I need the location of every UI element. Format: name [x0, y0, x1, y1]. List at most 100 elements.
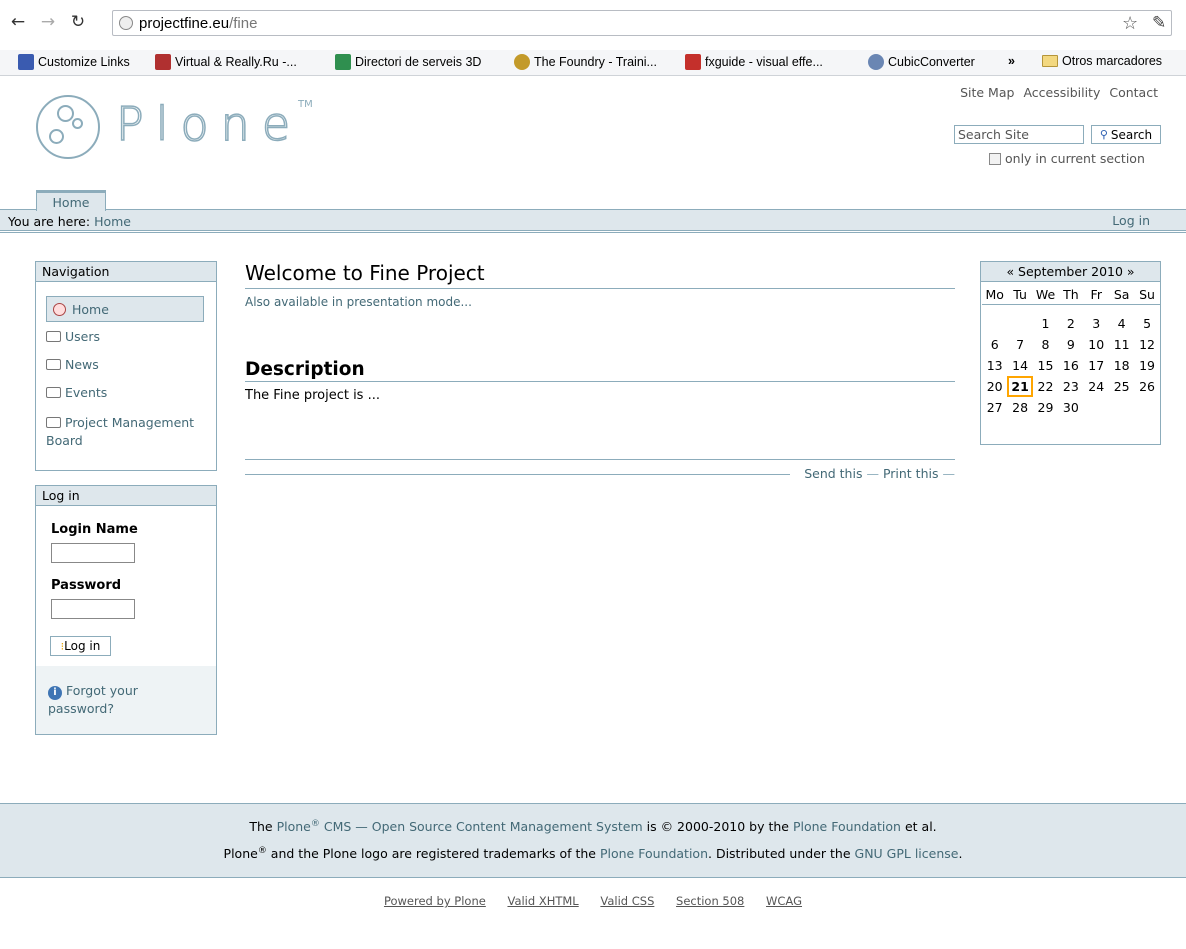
- send-this-link[interactable]: Send this: [804, 466, 862, 481]
- bookmark-icon: [685, 54, 701, 70]
- nav-buttons: ← → ↻: [8, 12, 88, 32]
- url-host: projectfine.eu: [139, 15, 230, 32]
- nav-item-home[interactable]: Home: [46, 296, 204, 322]
- login-button[interactable]: ⁝Log in: [50, 636, 111, 656]
- calendar-week: 20 21 22 23 24 25 26: [982, 376, 1160, 397]
- calendar-spacer: [982, 305, 1160, 313]
- bookmark-virtual-really[interactable]: Virtual & Really.Ru -...: [155, 54, 297, 70]
- calendar-portlet: « September 2010 » Mo Tu We Th Fr Sa Su …: [980, 261, 1161, 445]
- plone-page: Site Map Accessibility Contact Plone TM …: [0, 77, 1186, 949]
- print-this-link[interactable]: Print this: [883, 466, 939, 481]
- footer-text: .: [958, 846, 963, 862]
- weekday: Sa: [1113, 287, 1130, 302]
- search-input[interactable]: Search Site: [954, 125, 1084, 144]
- nav-item-label: News: [65, 357, 99, 372]
- back-icon[interactable]: ←: [8, 12, 28, 32]
- url-text[interactable]: projectfine.eu/fine: [139, 15, 257, 32]
- search-section-option[interactable]: only in current section: [989, 151, 1145, 166]
- bookmark-label: The Foundry - Traini...: [534, 55, 657, 69]
- plone-link[interactable]: Plone®: [277, 819, 320, 834]
- password-field[interactable]: [51, 599, 135, 619]
- presentation-mode-link[interactable]: Also available in presentation mode...: [245, 295, 955, 309]
- bookmark-directori[interactable]: Directori de serveis 3D: [335, 54, 481, 70]
- footer-text: . Distributed under the: [708, 846, 851, 862]
- bookmark-fxguide[interactable]: fxguide - visual effe...: [685, 54, 823, 70]
- breadcrumb-home[interactable]: Home: [94, 214, 131, 229]
- accessibility-link[interactable]: Accessibility: [1023, 85, 1100, 100]
- calendar-day: 10: [1088, 337, 1105, 352]
- calendar-today[interactable]: 21: [1007, 376, 1033, 397]
- other-bookmarks-folder[interactable]: Otros marcadores: [1042, 54, 1162, 68]
- calendar-day: 15: [1037, 358, 1054, 373]
- calendar-day: 13: [986, 358, 1003, 373]
- calendar-grid: Mo Tu We Th Fr Sa Su 12345 6 7 8 9 10 11 12 13…: [982, 284, 1160, 418]
- powered-by-plone-link[interactable]: Powered by Plone: [384, 894, 486, 908]
- folder-icon: [46, 387, 61, 398]
- bookmark-icon: [514, 54, 530, 70]
- login-name-field[interactable]: [51, 543, 135, 563]
- address-bar[interactable]: projectfine.eu/fine: [112, 10, 1172, 36]
- valid-css-link[interactable]: Valid CSS: [600, 894, 654, 908]
- login-link[interactable]: Log in: [1112, 213, 1150, 228]
- bookmark-the-foundry[interactable]: The Foundry - Traini...: [514, 54, 657, 70]
- forward-icon[interactable]: →: [38, 12, 58, 32]
- contact-link[interactable]: Contact: [1109, 85, 1158, 100]
- star-icon[interactable]: ☆: [1122, 13, 1138, 34]
- bookmark-cubicconverter[interactable]: CubicConverter: [868, 54, 975, 70]
- separator: —: [942, 466, 956, 481]
- reload-icon[interactable]: ↻: [68, 12, 88, 32]
- site-map-link[interactable]: Site Map: [960, 85, 1014, 100]
- wcag-link[interactable]: WCAG: [766, 894, 802, 908]
- login-name-label: Login Name: [51, 522, 138, 537]
- divider: [245, 474, 790, 475]
- plone-foundation-link-2[interactable]: Plone Foundation: [600, 846, 708, 861]
- bookmark-label: Directori de serveis 3D: [355, 55, 482, 69]
- nav-item-label: Events: [65, 385, 108, 400]
- bookmarks-more-button[interactable]: »: [1008, 54, 1015, 68]
- calendar-day: 14: [1012, 358, 1029, 373]
- weekday: Tu: [1013, 287, 1027, 302]
- plone-logo[interactable]: Plone TM: [36, 95, 336, 159]
- wrench-icon[interactable]: ✎: [1152, 13, 1166, 33]
- logo-tm: TM: [298, 99, 313, 110]
- calendar-day: 11: [1113, 337, 1130, 352]
- section-508-link[interactable]: Section 508: [676, 894, 744, 908]
- calendar-day: [1084, 397, 1109, 418]
- forgot-password-link[interactable]: i Forgot your password?: [48, 682, 188, 718]
- folder-icon: [46, 359, 61, 370]
- divider: [0, 232, 1186, 233]
- weekday: Su: [1139, 287, 1155, 302]
- valid-xhtml-link[interactable]: Valid XHTML: [507, 894, 578, 908]
- nav-item-events[interactable]: Events: [46, 385, 107, 400]
- folder-icon: [46, 331, 61, 342]
- calendar-header[interactable]: « September 2010 »: [981, 262, 1160, 282]
- breadcrumb-prefix: You are here:: [8, 214, 91, 229]
- site-actions: Site Map Accessibility Contact: [960, 85, 1158, 100]
- footer-text: The: [249, 819, 273, 835]
- section-checkbox[interactable]: [989, 152, 1001, 165]
- nav-item-users[interactable]: Users: [46, 329, 100, 344]
- search-button[interactable]: ⚲ Search: [1091, 125, 1161, 144]
- calendar-day: [1109, 397, 1134, 418]
- forgot-password-label: Forgot your password?: [48, 683, 138, 716]
- cms-link[interactable]: CMS — Open Source Content Management Sys…: [324, 819, 643, 834]
- more-label: »: [1008, 54, 1015, 68]
- calendar-day: 30: [1062, 400, 1079, 415]
- search-button-label: Search: [1110, 127, 1153, 142]
- calendar-day: 28: [1012, 400, 1029, 415]
- separator: —: [866, 466, 879, 481]
- gpl-license-link[interactable]: GNU GPL license: [855, 846, 959, 861]
- calendar-day: 8: [1041, 337, 1050, 352]
- nav-item-news[interactable]: News: [46, 357, 99, 372]
- nav-item-project-management-board[interactable]: Project Management Board: [46, 414, 206, 450]
- calendar-day: 20: [986, 379, 1003, 394]
- calendar-day: 6: [990, 337, 999, 352]
- login-portlet-title: Log in: [36, 486, 216, 506]
- plone-foundation-link[interactable]: Plone Foundation: [793, 819, 901, 834]
- tab-home[interactable]: Home: [36, 190, 106, 211]
- nav-item-label: Users: [65, 329, 101, 344]
- bookmark-customize-links[interactable]: Customize Links: [18, 54, 130, 70]
- calendar-day: 23: [1062, 379, 1079, 394]
- calendar-day: 19: [1139, 358, 1155, 373]
- footer-text: Plone: [223, 846, 258, 862]
